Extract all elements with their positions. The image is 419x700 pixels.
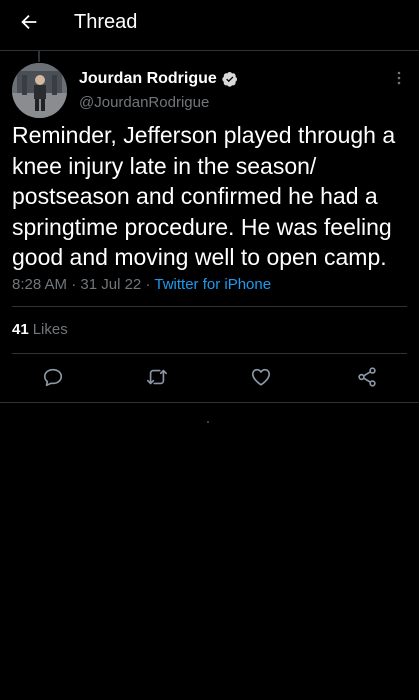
likes-stat[interactable]: 41 Likes: [12, 321, 68, 338]
meta-separator: ·: [71, 276, 77, 293]
loading-indicator: [207, 421, 209, 423]
tweet-date: 31 Jul 22: [80, 276, 142, 293]
verified-badge-icon: [222, 71, 238, 87]
retweet-button[interactable]: [144, 366, 170, 392]
divider: [0, 402, 419, 403]
share-icon: [356, 366, 378, 393]
tweet-source-link[interactable]: Twitter for iPhone: [154, 276, 271, 293]
retweet-icon: [145, 366, 169, 393]
page-title: Thread: [74, 11, 138, 33]
meta-separator: ·: [145, 276, 151, 293]
author-display-name[interactable]: Jourdan Rodrigue: [79, 70, 217, 88]
arrow-left-icon: [18, 11, 40, 38]
top-bar: Thread: [0, 0, 419, 51]
divider: [12, 353, 407, 354]
more-options-button[interactable]: [389, 70, 409, 90]
avatar[interactable]: [12, 63, 67, 118]
author-name-row[interactable]: Jourdan Rodrigue: [79, 70, 238, 88]
more-vertical-icon: [397, 71, 401, 90]
heart-icon: [250, 366, 272, 393]
like-button[interactable]: [248, 366, 274, 392]
tweet-actions-bar: [0, 362, 419, 396]
divider: [12, 306, 407, 307]
back-button[interactable]: [10, 5, 48, 43]
likes-count: 41: [12, 321, 29, 338]
share-button[interactable]: [354, 366, 380, 392]
thread-connector: [38, 50, 40, 62]
likes-label: Likes: [32, 321, 68, 338]
reply-button[interactable]: [40, 366, 66, 392]
author-handle[interactable]: @JourdanRodrigue: [79, 94, 209, 111]
reply-icon: [42, 366, 64, 393]
tweet-time: 8:28 AM: [12, 276, 68, 293]
tweet-meta: 8:28 AM · 31 Jul 22 · Twitter for iPhone: [12, 276, 271, 293]
tweet-text: Reminder, Jefferson played through a kne…: [12, 122, 396, 270]
